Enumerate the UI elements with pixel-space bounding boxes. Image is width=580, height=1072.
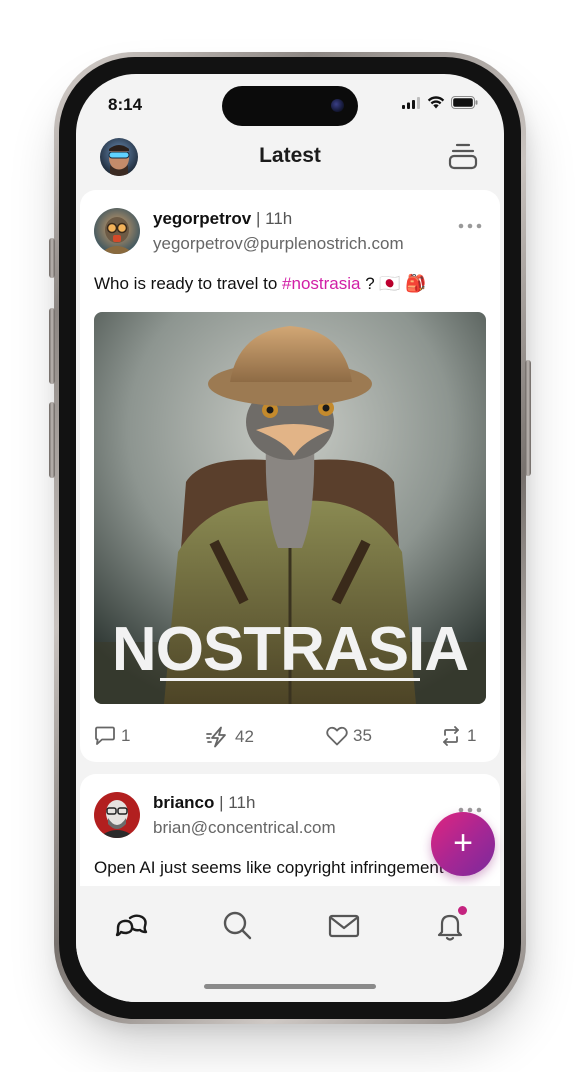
dynamic-island — [222, 86, 358, 126]
battery-icon — [451, 96, 478, 109]
status-icons — [402, 96, 478, 109]
chat-bubbles-icon — [115, 914, 148, 937]
bottom-nav — [76, 886, 504, 1002]
nav-notifications[interactable] — [430, 906, 470, 946]
notification-dot — [458, 906, 467, 915]
camera-lens — [331, 99, 344, 112]
action-button — [49, 238, 55, 278]
reply-button[interactable]: 1 — [94, 726, 130, 746]
author-handle: brian@concentrical.com — [153, 818, 336, 837]
volume-down-button — [49, 402, 55, 478]
post-text: Who is ready to travel to #nostrasia ? 🇯… — [94, 274, 426, 294]
heart-icon — [326, 726, 348, 746]
page-title: Latest — [259, 144, 321, 167]
status-bar: 8:14 — [76, 74, 504, 134]
post-author-line: yegorpetrov | 11h — [153, 209, 292, 229]
reply-icon — [95, 726, 115, 745]
cellular-signal-icon — [402, 96, 420, 109]
app-header: Latest — [76, 132, 504, 184]
author-avatar[interactable] — [94, 208, 140, 254]
author-avatar[interactable] — [94, 792, 140, 838]
zap-icon — [206, 726, 226, 748]
feed-switcher-icon[interactable] — [448, 142, 478, 175]
wifi-icon — [427, 96, 445, 109]
power-button — [525, 360, 531, 476]
mail-icon — [328, 914, 360, 938]
separator: | — [219, 793, 224, 812]
hashtag-link[interactable]: #nostrasia — [282, 274, 360, 293]
search-icon — [223, 911, 252, 940]
zap-count: 42 — [235, 727, 254, 746]
post-image[interactable]: NOSTRASIA — [94, 312, 486, 704]
separator: | — [255, 209, 261, 228]
status-time: 8:14 — [108, 95, 143, 114]
app-screen: 8:14 Latest yegorpetrov | 11h yegorpetro… — [76, 74, 504, 1002]
post-text-end: ? 🇯🇵 🎒 — [360, 274, 427, 293]
avatar-image — [94, 208, 140, 254]
author-name[interactable]: brianco — [153, 793, 214, 812]
home-indicator — [204, 984, 376, 989]
author-handle: yegorpetrov@purplenostrich.com — [153, 234, 404, 253]
reply-count: 1 — [121, 726, 131, 745]
compose-button[interactable]: + — [431, 812, 495, 876]
like-button[interactable]: 35 — [326, 726, 372, 746]
post-card[interactable]: yegorpetrov | 11h yegorpetrov@purplenost… — [80, 190, 500, 762]
repost-icon — [443, 726, 459, 746]
post-time: 11h — [228, 793, 256, 812]
post-text-start: Who is ready to travel to — [94, 274, 283, 293]
volume-up-button — [49, 308, 55, 384]
image-caption: NOSTRASIA — [112, 615, 468, 684]
author-name[interactable]: yegorpetrov — [153, 209, 251, 228]
repost-button[interactable]: 1 — [440, 726, 476, 746]
repost-count: 1 — [467, 726, 477, 745]
nav-home[interactable] — [112, 906, 152, 946]
nav-search[interactable] — [218, 906, 258, 946]
post-text: Open AI just seems like copyright infrin… — [94, 858, 444, 877]
zap-button[interactable]: 42 — [206, 726, 254, 748]
nav-messages[interactable] — [324, 906, 364, 946]
more-options-icon[interactable] — [458, 216, 482, 234]
like-count: 35 — [353, 726, 372, 745]
post-time: 11h — [265, 209, 293, 228]
avatar-image — [94, 792, 140, 838]
post-actions: 1 42 35 1 — [94, 726, 486, 750]
post-author-line: brianco | 11h — [153, 793, 255, 813]
